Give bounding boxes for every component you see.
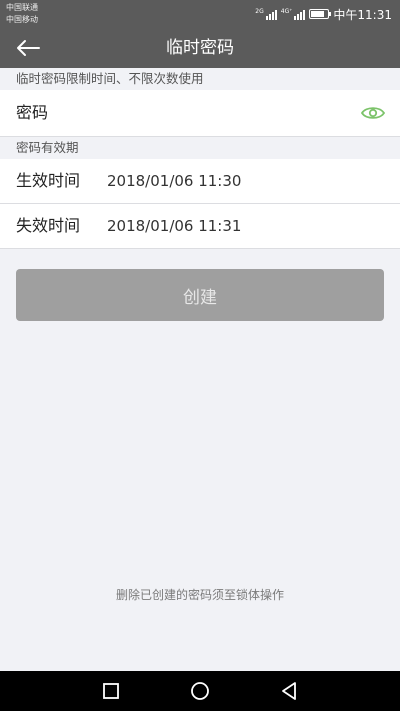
- title-bar: 临时密码: [0, 28, 400, 68]
- start-time-row[interactable]: 生效时间 2018/01/06 11:30: [0, 159, 400, 203]
- carrier-info: 中国联通 中国移动: [6, 2, 38, 26]
- navigation-bar: [0, 671, 400, 711]
- password-hint: 临时密码限制时间、不限次数使用: [16, 71, 204, 86]
- carrier-1: 中国联通: [6, 3, 38, 12]
- arrow-left-icon: [17, 40, 40, 56]
- triangle-back-icon: [282, 682, 296, 700]
- signal-2-icon: 4G⁺: [281, 8, 306, 20]
- system-back-button[interactable]: [269, 677, 309, 705]
- end-time-value[interactable]: 2018/01/06 11:31: [107, 204, 241, 248]
- create-button[interactable]: 创建: [16, 269, 384, 321]
- signal-2-tag: 4G⁺: [280, 8, 293, 15]
- toggle-visibility-button[interactable]: [360, 104, 386, 122]
- validity-title: 密码有效期: [16, 140, 79, 155]
- start-time-value[interactable]: 2018/01/06 11:30: [107, 159, 241, 203]
- signal-1-icon: 2G: [255, 8, 277, 20]
- divider: [0, 248, 400, 249]
- recent-apps-button[interactable]: [91, 677, 131, 705]
- page-title: 临时密码: [166, 38, 234, 58]
- circle-icon: [191, 682, 209, 700]
- status-icons: 2G 4G⁺ 中午11:31: [255, 5, 392, 23]
- password-row[interactable]: 密码: [0, 90, 400, 136]
- eye-icon: [360, 107, 386, 119]
- back-button[interactable]: [8, 32, 48, 64]
- end-time-label: 失效时间: [16, 216, 81, 235]
- carrier-2: 中国移动: [6, 15, 38, 24]
- footer-note: 删除已创建的密码须至锁体操作: [115, 588, 284, 602]
- status-time: 中午11:31: [333, 7, 392, 22]
- status-bar: 中国联通 中国移动 2G 4G⁺ 中午11:31: [0, 0, 400, 28]
- end-time-row[interactable]: 失效时间 2018/01/06 11:31: [0, 204, 400, 248]
- battery-icon: [309, 9, 332, 19]
- start-time-label: 生效时间: [16, 171, 81, 190]
- password-label: 密码: [16, 103, 49, 122]
- square-icon: [103, 683, 119, 699]
- signal-1-tag: 2G: [255, 8, 264, 15]
- home-button[interactable]: [180, 677, 220, 705]
